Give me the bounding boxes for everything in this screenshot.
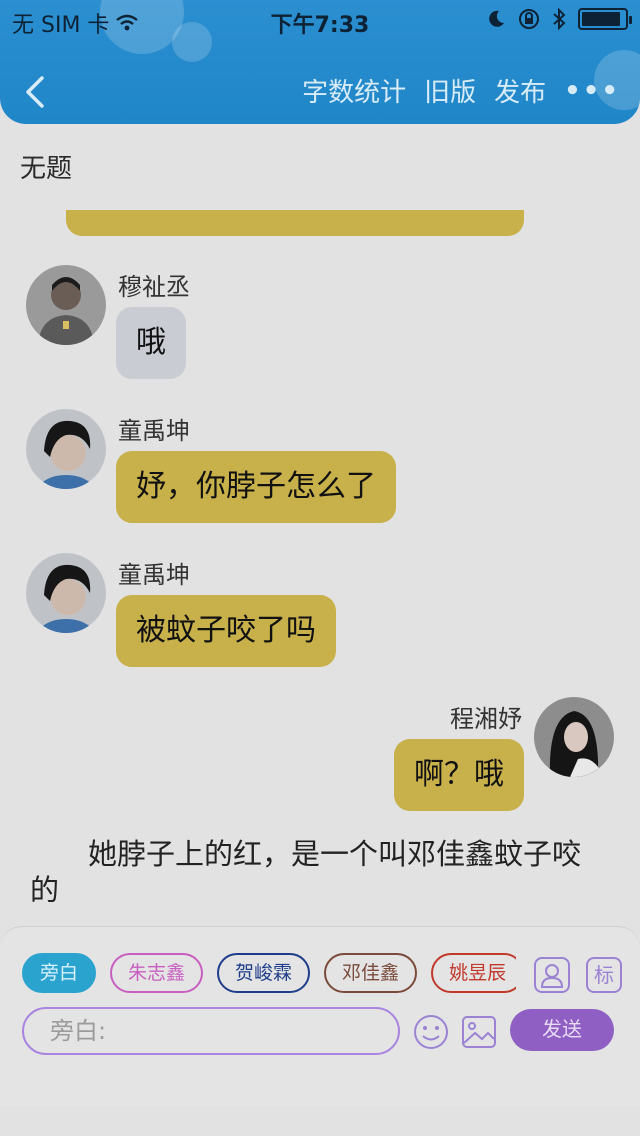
more-icon[interactable]: ••• (564, 76, 620, 106)
composer-panel: 旁白 朱志鑫 贺峻霖 邓佳鑫 姚昱辰 标 旁白: 发送 (0, 926, 640, 1106)
image-icon[interactable] (460, 1013, 498, 1051)
send-button[interactable]: 发送 (510, 1009, 614, 1051)
role-chip[interactable]: 姚昱辰 (431, 953, 516, 993)
moon-icon (489, 10, 504, 27)
avatar[interactable] (534, 697, 614, 777)
role-chip[interactable]: 邓佳鑫 (324, 953, 418, 993)
avatar-image (26, 553, 106, 633)
bottom-safe-area (0, 1106, 640, 1136)
rotation-lock-icon (519, 9, 539, 29)
role-chip-narrator[interactable]: 旁白 (22, 953, 97, 993)
chat-area[interactable]: 穆祉丞 哦 童禹坤 妤，你脖子怎么了 童禹坤 被蚊子咬了吗 程湘妤 啊？哦 (0, 210, 640, 920)
role-chip[interactable]: 朱志鑫 (110, 953, 204, 993)
publish-button[interactable]: 发布 (494, 72, 546, 109)
role-selector: 旁白 朱志鑫 贺峻霖 邓佳鑫 姚昱辰 (22, 953, 516, 995)
narration-input[interactable]: 旁白: (22, 1007, 400, 1055)
sender-name: 童禹坤 (118, 417, 190, 445)
battery-level (582, 12, 620, 26)
emoji-icon[interactable] (412, 1013, 450, 1051)
person-icon[interactable] (534, 957, 570, 993)
status-icons (486, 8, 632, 30)
sender-name: 穆祉丞 (118, 273, 190, 301)
message-bubble[interactable]: 被蚊子咬了吗 (116, 595, 336, 667)
narration-text[interactable]: 她脖子上的红，是一个叫邓佳鑫蚊子咬的 (30, 836, 590, 908)
top-header: 无 SIM 卡 下午7:33 字数统计 旧版 发布 ••• (0, 0, 640, 124)
role-chip[interactable]: 贺峻霖 (217, 953, 311, 993)
message-bubble[interactable]: 妤，你脖子怎么了 (116, 451, 396, 523)
bluetooth-icon (553, 8, 566, 30)
avatar-image (26, 265, 106, 345)
sender-name: 童禹坤 (118, 561, 190, 589)
avatar[interactable] (26, 553, 106, 633)
previous-message-bubble (66, 210, 524, 236)
mark-button[interactable]: 标 (586, 957, 622, 993)
avatar-image (534, 697, 614, 777)
back-chevron-icon[interactable] (20, 72, 50, 112)
avatar-image (26, 409, 106, 489)
avatar[interactable] (26, 409, 106, 489)
avatar[interactable] (26, 265, 106, 345)
nav-actions: 字数统计 旧版 发布 ••• (302, 72, 620, 109)
person-glyph (540, 964, 564, 988)
message-bubble[interactable]: 啊？哦 (394, 739, 524, 811)
document-title[interactable]: 无题 (20, 148, 72, 185)
sender-name: 程湘妤 (450, 705, 522, 733)
word-count-button[interactable]: 字数统计 (302, 72, 406, 109)
nav-bar: 字数统计 旧版 发布 ••• (0, 62, 640, 118)
old-version-button[interactable]: 旧版 (424, 72, 476, 109)
status-bar: 无 SIM 卡 下午7:33 (0, 0, 640, 40)
battery-icon (578, 8, 632, 30)
message-bubble[interactable]: 哦 (116, 307, 186, 379)
